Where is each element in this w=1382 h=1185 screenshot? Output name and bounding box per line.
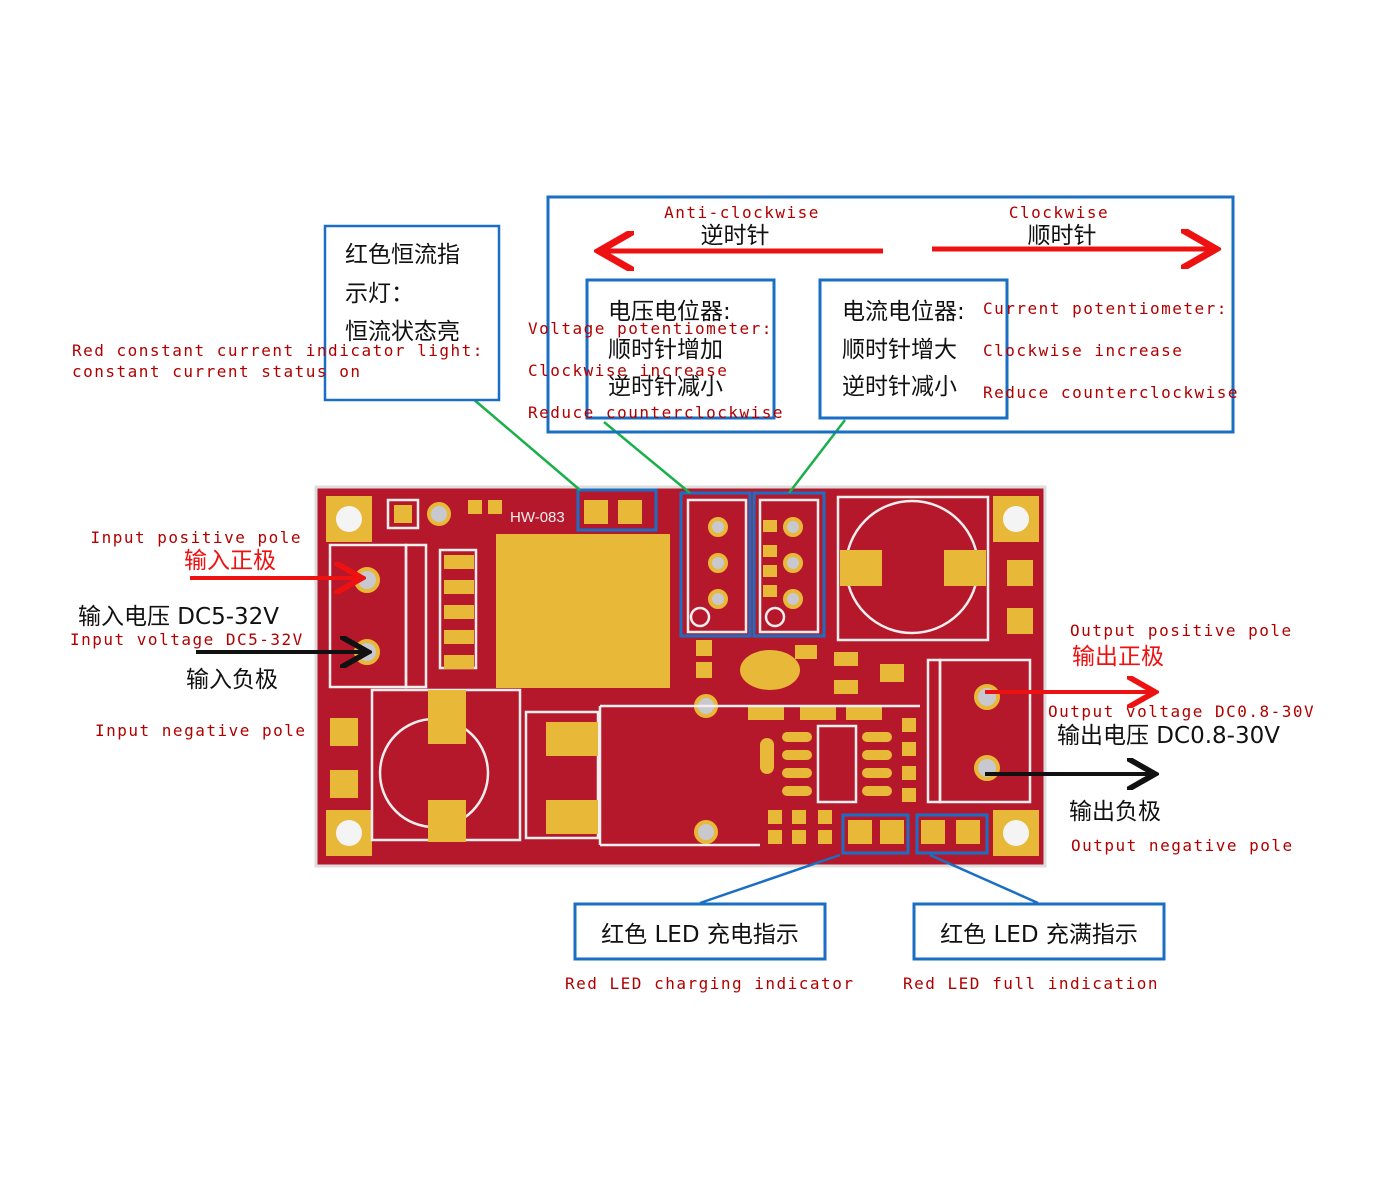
diagram-canvas: HW-083 红色恒流指 示灯： 恒流状态亮 Red constant curr…	[70, 195, 1315, 993]
full-led-en: Red LED full indication	[903, 974, 1159, 993]
anticlockwise-en: Anti-clockwise	[664, 203, 820, 222]
board-model-label: HW-083	[510, 509, 565, 526]
mount-hole	[1003, 506, 1029, 532]
output-positive-en: Output positive pole	[1070, 621, 1293, 640]
voltage-pot-en: Reduce counterclockwise	[528, 403, 784, 422]
mount-hole	[336, 506, 362, 532]
output-positive-cn: 输出正极	[1072, 644, 1164, 670]
current-pot-en: Current potentiometer:	[983, 299, 1228, 318]
output-voltage-cn: 输出电压 DC0.8-30V	[1057, 723, 1280, 749]
mount-hole	[336, 820, 362, 846]
voltage-pot-cn: 顺时针增加	[608, 337, 723, 363]
heatsink-pad	[496, 534, 670, 688]
current-pot-en: Reduce counterclockwise	[983, 383, 1239, 402]
input-voltage-cn: 输入电压 DC5-32V	[78, 604, 279, 630]
clockwise-cn: 顺时针	[1028, 223, 1097, 249]
indicator-en-line: constant current status on	[72, 362, 361, 381]
output-negative-cn: 输出负极	[1069, 799, 1161, 825]
mount-hole	[1003, 820, 1029, 846]
output-voltage-en: Output voltage DC0.8-30V	[1048, 702, 1315, 721]
charging-led-cn: 红色 LED 充电指示	[601, 922, 799, 948]
anticlockwise-cn: 逆时针	[701, 223, 770, 249]
charging-led-en: Red LED charging indicator	[565, 974, 854, 993]
voltage-pot-en: Clockwise increase	[528, 361, 728, 380]
input-negative-cn: 输入负极	[186, 667, 278, 693]
input-voltage-en: Input voltage DC5-32V	[70, 630, 304, 649]
indicator-cn-line: 示灯：	[345, 281, 414, 307]
pcb-diagram: HW-083 红色恒流指 示灯： 恒流状态亮 Red constant curr…	[0, 0, 1382, 1185]
current-pot-cn: 顺时针增大	[842, 337, 957, 363]
full-led-cn: 红色 LED 充满指示	[940, 922, 1138, 948]
current-pot-en: Clockwise increase	[983, 341, 1183, 360]
input-positive-en: Input positive pole	[90, 528, 302, 547]
output-negative-en: Output negative pole	[1071, 836, 1294, 855]
indicator-en-line: Red constant current indicator light:	[72, 341, 484, 360]
voltage-pot-en: Voltage potentiometer:	[528, 319, 773, 338]
current-pot-cn: 电流电位器:	[842, 299, 965, 325]
input-negative-en: Input negative pole	[95, 721, 307, 740]
output-positive-terminal	[974, 684, 1000, 710]
current-pot-cn: 逆时针减小	[842, 374, 957, 400]
indicator-cn-line: 红色恒流指	[345, 242, 460, 268]
input-positive-terminal	[354, 567, 380, 593]
input-positive-cn: 输入正极	[184, 548, 276, 574]
clockwise-en: Clockwise	[1009, 203, 1109, 222]
